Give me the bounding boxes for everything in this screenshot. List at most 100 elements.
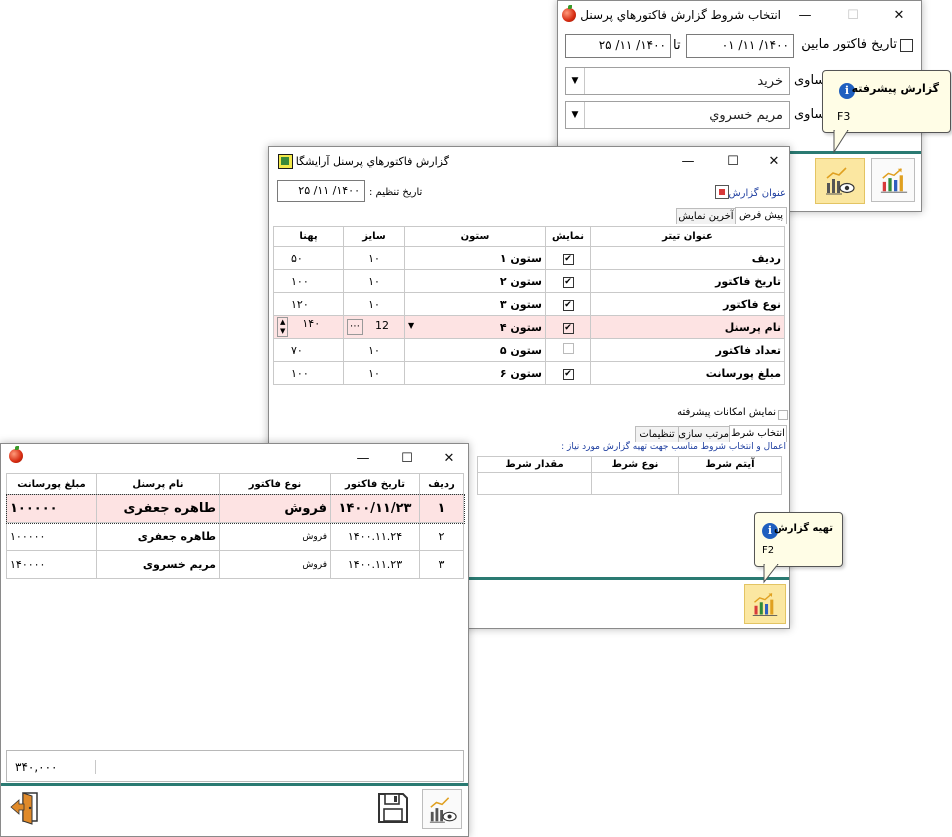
window-title: گزارش فاكتورهاي پرسنل آرايشگاه	[295, 155, 449, 168]
size-cell[interactable]: ۱۰	[343, 361, 405, 385]
minimize-button[interactable]: —	[340, 444, 386, 472]
invoice-type-combo[interactable]: خريد ▼	[565, 67, 790, 95]
chevron-down-icon[interactable]: ▼	[566, 102, 585, 128]
setup-row[interactable]: ۱۰۰ ۱۰ ستون ۲ ✔ تاريخ فاكتور	[273, 269, 785, 293]
advanced-report-button[interactable]	[422, 789, 462, 829]
title-bar[interactable]: انتخاب شروط گزارش فاكتورهاي پرسنل آر... …	[558, 1, 921, 29]
column-cell[interactable]: ستون ۲	[404, 269, 546, 293]
show-checkbox[interactable]: ✔	[562, 277, 574, 288]
tooltip-title: گزارش پيشرفته	[851, 82, 939, 95]
close-button[interactable]: ✕	[751, 147, 789, 175]
width-cell[interactable]: ۷۰	[273, 338, 344, 362]
result-cell: طاهره جعفرى	[96, 522, 220, 551]
size-cell[interactable]: ۱۰	[343, 269, 405, 293]
prepare-report-button[interactable]	[744, 584, 786, 624]
heading-cell[interactable]: تعداد فاكتور	[590, 338, 785, 362]
tab-settings[interactable]: تنظيمات	[635, 426, 679, 442]
date-to-field[interactable]: ۱۴۰۰/ ۱۱/ ۰۱	[686, 34, 794, 58]
total-value: ۳۴۰,۰۰۰	[15, 760, 96, 774]
width-cell[interactable]: ۱۰۰	[273, 269, 344, 293]
results-grid: مبلغ پورسانت نام پرسنل نوع فاكتور تاريخ فاك…	[5, 473, 465, 749]
width-cell[interactable]: ۱۰۰	[273, 361, 344, 385]
chart-eye-icon	[428, 795, 458, 825]
result-header[interactable]: نوع فاكتور	[219, 473, 331, 495]
save-button[interactable]	[375, 790, 413, 828]
exit-button[interactable]	[8, 789, 46, 827]
show-checkbox[interactable]	[562, 343, 574, 354]
size-header: سايز	[343, 226, 405, 247]
chevron-down-icon[interactable]: ▼	[566, 68, 585, 94]
width-cell[interactable]: ۵۰	[273, 246, 344, 270]
heading-cell[interactable]: نوع فاكتور	[590, 292, 785, 316]
window-title: انتخاب شروط گزارش فاكتورهاي پرسنل آر...	[580, 8, 781, 22]
setup-row[interactable]: ۱۰۰ ۱۰ ستون ۶ ✔ مبلغ پورسانت	[273, 361, 785, 385]
show-cell[interactable]: ✔	[545, 292, 591, 316]
heading-cell[interactable]: مبلغ پورسانت	[590, 361, 785, 385]
show-checkbox[interactable]: ✔	[562, 323, 574, 334]
columns-grid: پهنا سايز ستون نمايش عنوان تيتر ۵۰ ۱۰ ستون…	[273, 226, 785, 385]
column-cell[interactable]: ستون ۶	[404, 361, 546, 385]
maximize-button[interactable]: ☐	[384, 444, 430, 472]
ellipsis-button[interactable]: ⋯	[347, 319, 363, 335]
result-cell: ۱۴۰۰.۱۱.۲۳	[330, 550, 420, 579]
result-cell: فروش	[219, 494, 331, 523]
size-cell[interactable]: ۱۰	[343, 292, 405, 316]
personnel-combo[interactable]: مريم خسروي ▼	[565, 101, 790, 129]
advanced-report-button[interactable]	[815, 158, 865, 204]
result-header[interactable]: تاريخ فاكتور	[330, 473, 420, 495]
setup-row[interactable]: ۵۰ ۱۰ ستون ۱ ✔ رديف	[273, 246, 785, 270]
report-date-field[interactable]: ۱۴۰۰/ ۱۱/ ۲۵	[277, 180, 365, 202]
column-cell[interactable]: ستون ۵	[404, 338, 546, 362]
result-row[interactable]: ۱۰۰۰۰۰ طاهره جعفرى فروش ۱۴۰۰/۱۱/۲۳ ۱	[5, 493, 465, 524]
result-header[interactable]: نام پرسنل	[96, 473, 220, 495]
close-button[interactable]: ✕	[876, 1, 921, 29]
show-cell[interactable]: ✔	[545, 269, 591, 293]
show-checkbox[interactable]: ✔	[562, 369, 574, 380]
show-checkbox[interactable]: ✔	[562, 300, 574, 311]
setup-row[interactable]: ۷۰ ۱۰ ستون ۵ تعداد فاكتور	[273, 338, 785, 362]
report-window-icon	[278, 154, 293, 169]
show-cell[interactable]: ✔	[545, 315, 591, 339]
show-checkbox[interactable]: ✔	[562, 254, 574, 265]
setup-row[interactable]: ▲ ▼ ۱۴۰ ⋯ 12 ▼ ستون ۴ ✔ نام پرسنل	[273, 315, 785, 339]
width-cell[interactable]: ۱۲۰	[273, 292, 344, 316]
spinner-icon[interactable]: ▲ ▼	[277, 317, 289, 337]
size-cell[interactable]: ۱۰	[343, 246, 405, 270]
report-button[interactable]	[871, 158, 915, 202]
heading-cell[interactable]: نام پرسنل	[590, 315, 785, 339]
close-button[interactable]: ✕	[426, 444, 468, 472]
result-row[interactable]: ۱۴۰۰۰۰ مريم خسروى فروش ۱۴۰۰.۱۱.۲۳ ۳	[6, 550, 464, 579]
show-cell[interactable]	[545, 338, 591, 362]
minimize-button[interactable]: —	[782, 1, 828, 29]
minimize-button[interactable]: —	[665, 147, 711, 175]
heading-cell[interactable]: رديف	[590, 246, 785, 270]
column-cell[interactable]: ستون ۳	[404, 292, 546, 316]
show-cell[interactable]: ✔	[545, 361, 591, 385]
result-header[interactable]: رديف	[419, 473, 464, 495]
date-from-field[interactable]: ۱۴۰۰/ ۱۱/ ۲۵	[565, 34, 671, 58]
tab-sorting[interactable]: مرتب سازى	[678, 426, 730, 442]
tab-default[interactable]: پيش فرض	[735, 207, 787, 224]
size-cell[interactable]: ⋯ 12	[343, 315, 405, 339]
chevron-down-icon[interactable]: ▼	[408, 321, 414, 330]
result-header[interactable]: مبلغ پورسانت	[6, 473, 97, 495]
title-bar[interactable]: گزارش فاكتورهاي پرسنل آرايشگاه — ☐ ✕	[269, 147, 789, 175]
advanced-checkbox[interactable]	[778, 410, 788, 420]
show-cell[interactable]: ✔	[545, 246, 591, 270]
column-cell[interactable]: ▼ ستون ۴	[404, 315, 546, 339]
date-filter-checkbox[interactable]	[900, 39, 913, 52]
divider	[461, 577, 789, 580]
heading-cell[interactable]: تاريخ فاكتور	[590, 269, 785, 293]
title-bar[interactable]: — ☐ ✕	[1, 444, 468, 472]
setup-row[interactable]: ۱۲۰ ۱۰ ستون ۳ ✔ نوع فاكتور	[273, 292, 785, 316]
size-cell[interactable]: ۱۰	[343, 338, 405, 362]
tab-select-condition[interactable]: انتخاب شرط	[729, 425, 787, 442]
tab-last-view[interactable]: آخرين نمايش	[676, 208, 736, 224]
result-cell: ۲	[419, 522, 464, 551]
date-label: تاريخ تنظيم :	[369, 187, 423, 198]
report-title-label: عنوان گزارش :	[721, 188, 786, 199]
maximize-button[interactable]: ☐	[710, 147, 756, 175]
result-row[interactable]: ۱۰۰۰۰۰ طاهره جعفرى فروش ۱۴۰۰.۱۱.۲۴ ۲	[6, 522, 464, 551]
width-cell[interactable]: ▲ ▼ ۱۴۰	[273, 315, 344, 339]
column-cell[interactable]: ستون ۱	[404, 246, 546, 270]
